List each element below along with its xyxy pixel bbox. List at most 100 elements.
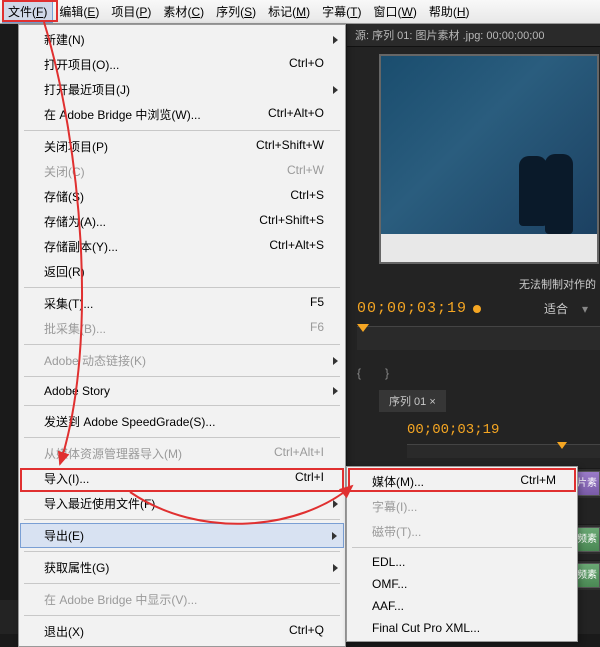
menu-item-label: 返回(R) — [44, 263, 85, 280]
menu-shortcut: Ctrl+O — [289, 56, 324, 73]
marker-dot-icon — [473, 305, 481, 313]
source-tab[interactable]: 源: 序列 01: 图片素材 .jpg: 00;00;00;00 — [347, 24, 600, 47]
menu-item[interactable]: 采集(T)... F5 — [20, 291, 344, 316]
menu-item: 在 Adobe Bridge 中显示(V)... — [20, 587, 344, 612]
menu-item[interactable]: 导入最近使用文件(F) — [20, 491, 344, 516]
chevron-down-icon[interactable]: ▾ — [582, 302, 588, 316]
menu-item-label: 存储为(A)... — [44, 213, 106, 230]
timeline-timecode[interactable]: 00;00;03;19 — [407, 422, 499, 438]
menu-item: Adobe 动态链接(K) — [20, 348, 344, 373]
timeline-tab[interactable]: 序列 01 × — [379, 390, 446, 412]
video-preview[interactable] — [379, 54, 599, 264]
menu-item-label: 获取属性(G) — [44, 559, 109, 576]
menu-shortcut: Ctrl+I — [295, 470, 324, 487]
menu-item[interactable]: 打开项目(O)...Ctrl+O — [20, 52, 344, 77]
menu-shortcut: Ctrl+Shift+S — [259, 213, 324, 230]
menu-item-label: 导出(E) — [44, 527, 84, 544]
menu-item-label: Adobe Story — [44, 384, 110, 398]
menu-separator — [24, 519, 340, 520]
menu-item-label: 存储(S) — [44, 188, 84, 205]
menu-sequence[interactable]: 序列(S) — [210, 0, 262, 23]
menu-item[interactable]: 打开最近项目(J) — [20, 77, 344, 102]
menubar: 文件(F) 编辑(E) 项目(P) 素材(C) 序列(S) 标记(M) 字幕(T… — [0, 0, 600, 24]
menu-item[interactable]: 退出(X)Ctrl+Q — [20, 619, 344, 644]
menu-item-label: 导入(I)... — [44, 470, 89, 487]
menu-item[interactable]: 返回(R) — [20, 259, 344, 284]
menu-item-label: 批采集(B)... — [44, 320, 106, 337]
menu-item-label: 关闭(C) — [44, 163, 85, 180]
menu-item[interactable]: 新建(N) — [20, 27, 344, 52]
menu-item[interactable]: Adobe Story — [20, 380, 344, 402]
menu-item[interactable]: 存储(S) Ctrl+S — [20, 184, 344, 209]
menu-item-label: Final Cut Pro XML... — [372, 621, 480, 635]
submenu-item: 磁带(T)... — [348, 519, 576, 544]
menu-item-label: EDL... — [372, 555, 405, 569]
submenu-arrow-icon — [333, 357, 338, 365]
menu-title[interactable]: 字幕(T) — [316, 0, 367, 23]
menu-separator — [24, 437, 340, 438]
menu-shortcut: Ctrl+Alt+I — [274, 445, 324, 462]
menu-item[interactable]: 在 Adobe Bridge 中浏览(W)... Ctrl+Alt+O — [20, 102, 344, 127]
menu-shortcut: Ctrl+Q — [289, 623, 324, 640]
menu-item: 批采集(B)... F6 — [20, 316, 344, 341]
menu-shortcut: F6 — [310, 320, 324, 337]
menu-item[interactable]: 发送到 Adobe SpeedGrade(S)... — [20, 409, 344, 434]
submenu-arrow-icon — [333, 387, 338, 395]
submenu-arrow-icon — [333, 564, 338, 572]
menu-item-label: 在 Adobe Bridge 中显示(V)... — [44, 591, 197, 608]
menu-separator — [24, 583, 340, 584]
source-ruler[interactable] — [357, 326, 600, 350]
menu-separator — [24, 551, 340, 552]
menu-item-label: 在 Adobe Bridge 中浏览(W)... — [44, 106, 201, 123]
menu-item-label: 新建(N) — [44, 31, 85, 48]
zoom-fit-label[interactable]: 适合 — [544, 300, 568, 317]
menu-item-label: 打开最近项目(J) — [44, 81, 130, 98]
menu-item[interactable]: 关闭项目(P)Ctrl+Shift+W — [20, 134, 344, 159]
menu-shortcut: Ctrl+Alt+S — [269, 238, 324, 255]
mark-in-icon[interactable]: { — [357, 366, 371, 380]
menu-clip[interactable]: 素材(C) — [157, 0, 210, 23]
menu-shortcut: F5 — [310, 295, 324, 312]
submenu-item: 字幕(I)... — [348, 494, 576, 519]
timeline-ruler[interactable] — [407, 444, 600, 458]
menu-shortcut: Ctrl+Alt+O — [268, 106, 324, 123]
menu-item-label: 从媒体资源管理器导入(M) — [44, 445, 182, 462]
mark-out-icon[interactable]: } — [385, 366, 399, 380]
menu-item: 从媒体资源管理器导入(M) Ctrl+Alt+I — [20, 441, 344, 466]
menu-project[interactable]: 项目(P) — [105, 0, 157, 23]
menu-item: 关闭(C) Ctrl+W — [20, 159, 344, 184]
submenu-item[interactable]: AAF... — [348, 595, 576, 617]
menu-help[interactable]: 帮助(H) — [423, 0, 476, 23]
menu-item[interactable]: 导入(I)... Ctrl+I — [20, 466, 344, 491]
menu-separator — [24, 405, 340, 406]
menu-item-label: OMF... — [372, 577, 407, 591]
submenu-arrow-icon — [333, 36, 338, 44]
menu-markers[interactable]: 标记(M) — [262, 0, 316, 23]
menu-item[interactable]: 存储为(A)... Ctrl+Shift+S — [20, 209, 344, 234]
submenu-arrow-icon — [333, 86, 338, 94]
submenu-item[interactable]: EDL... — [348, 551, 576, 573]
source-timecode[interactable]: 00;00;03;19 — [357, 300, 467, 317]
submenu-item[interactable]: Final Cut Pro XML... — [348, 617, 576, 639]
menu-item[interactable]: 导出(E) — [20, 523, 344, 548]
menu-edit[interactable]: 编辑(E) — [53, 0, 105, 23]
submenu-item[interactable]: OMF... — [348, 573, 576, 595]
transport-controls: { } — [357, 362, 600, 384]
source-monitor: 源: 序列 01: 图片素材 .jpg: 00;00;00;00 无法制制对作的… — [347, 24, 600, 384]
menu-item-label: 媒体(M)... — [372, 473, 424, 490]
menu-file[interactable]: 文件(F) — [2, 0, 53, 23]
menu-separator — [24, 130, 340, 131]
menu-window[interactable]: 窗口(W) — [368, 0, 423, 23]
menu-shortcut: Ctrl+S — [290, 188, 324, 205]
menu-item[interactable]: 存储副本(Y)... Ctrl+Alt+S — [20, 234, 344, 259]
menu-item-label: 磁带(T)... — [372, 523, 421, 540]
menu-item[interactable]: 获取属性(G) — [20, 555, 344, 580]
menu-item-label: AAF... — [372, 599, 404, 613]
menu-shortcut: Ctrl+W — [287, 163, 324, 180]
timeline-playhead-icon[interactable] — [557, 442, 567, 449]
submenu-item[interactable]: 媒体(M)...Ctrl+M — [348, 469, 576, 494]
menu-item-label: 采集(T)... — [44, 295, 93, 312]
menu-item-label: 存储副本(Y)... — [44, 238, 118, 255]
playhead-icon[interactable] — [357, 324, 369, 332]
menu-item-label: 关闭项目(P) — [44, 138, 108, 155]
